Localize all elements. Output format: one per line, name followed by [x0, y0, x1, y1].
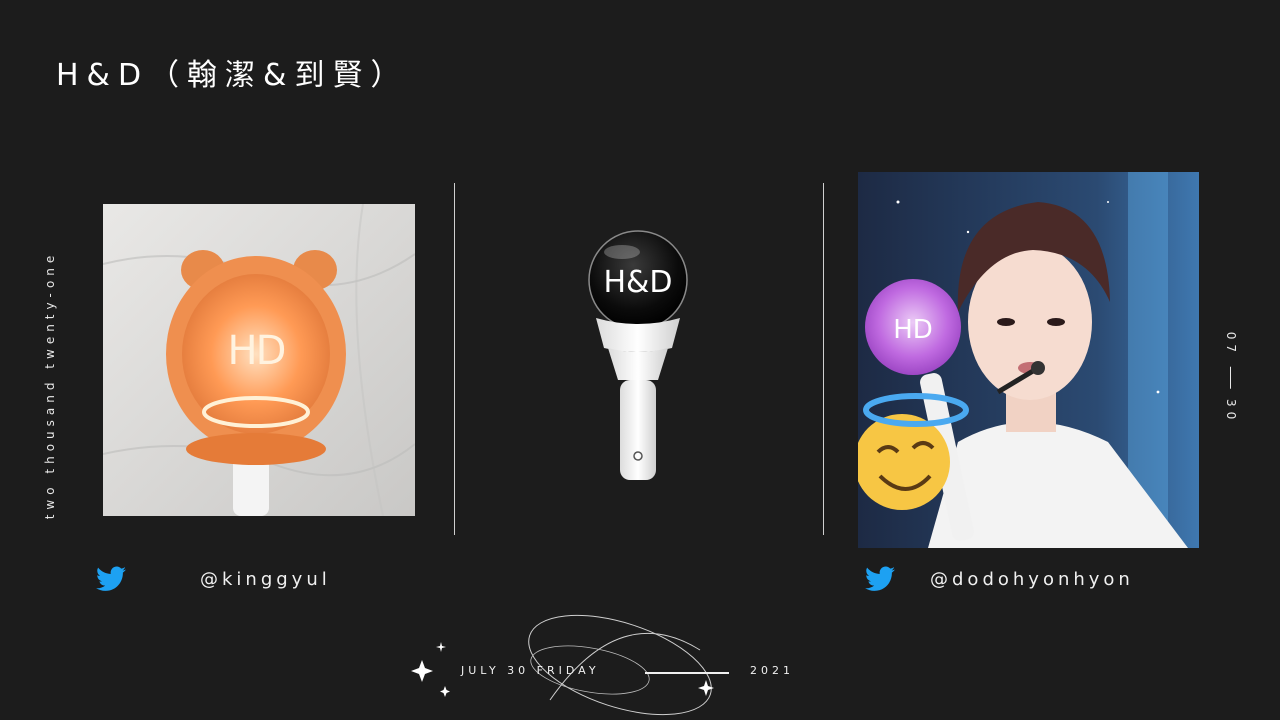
twitter-bird-icon: [96, 566, 126, 591]
footer-divider-line: [645, 672, 729, 674]
side-date-month: 07: [1224, 331, 1238, 357]
page-title: H&D（翰潔&到賢）: [56, 58, 409, 93]
twitter-handle-left[interactable]: @kinggyul: [200, 569, 331, 590]
divider-right: [823, 183, 824, 535]
svg-text:HD: HD: [228, 328, 285, 374]
lightstick-product-image: H&D: [560, 230, 710, 490]
footer-date: JULY 30 FRIDAY: [461, 664, 600, 677]
lightstick-logo: H&D: [603, 265, 672, 300]
lightstick-bear-illustration: HD: [103, 204, 415, 516]
twitter-bird-icon: [865, 566, 895, 591]
handle-right-row: @dodohyonhyon: [930, 565, 1134, 593]
lightstick-bear-photo: HD: [103, 204, 415, 516]
side-date-dash: [1230, 367, 1232, 389]
footer-year: 2021: [750, 664, 794, 677]
side-date-day: 30: [1224, 399, 1238, 425]
performer-photo: HD: [858, 172, 1199, 548]
side-year-text: two thousand twenty-one: [43, 250, 57, 520]
divider-left: [454, 183, 455, 535]
performer-illustration: HD: [858, 172, 1199, 548]
handle-left-row: @kinggyul: [200, 565, 331, 593]
svg-text:HD: HD: [893, 315, 933, 345]
lightstick-icon: H&D: [588, 230, 688, 480]
twitter-handle-right[interactable]: @dodohyonhyon: [930, 569, 1134, 590]
side-date: 07 30: [1224, 332, 1238, 425]
